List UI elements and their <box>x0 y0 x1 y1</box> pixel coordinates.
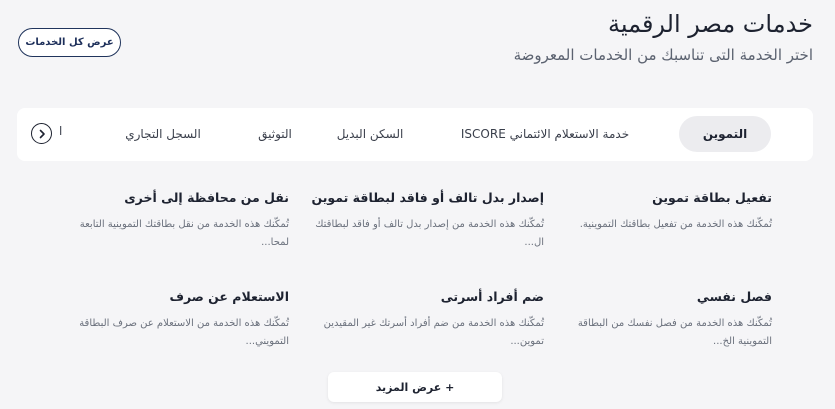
chevron-right-icon <box>39 129 45 138</box>
tab-iscore[interactable]: خدمة الاستعلام الائتماني ISCORE <box>455 116 635 152</box>
service-card-title[interactable]: فصل نفسي <box>542 289 772 304</box>
show-more-button[interactable]: + عرض المزيد <box>328 372 502 402</box>
service-card-title[interactable]: نقل من محافظة إلى أخرى <box>59 190 289 205</box>
tab-commercial-registry[interactable]: السجل التجاري <box>119 116 207 152</box>
service-card-replacement[interactable]: إصدار بدل تالف أو فاقد لبطاقة تموين تُمك… <box>311 190 544 252</box>
service-card-description: تُمكّنك هذه الخدمة من ضم أفراد أسرتك غير… <box>323 318 544 347</box>
service-card-activate[interactable]: تفعيل بطاقة تموين تُمكّنك هذه الخدمة من … <box>542 190 772 234</box>
page-subtitle: اختر الخدمة التى تناسبك من الخدمات المعر… <box>513 46 813 64</box>
service-card-title[interactable]: الاستعلام عن صرف <box>59 289 289 304</box>
tabs-scroll-left-button[interactable] <box>31 123 52 144</box>
tab-truncated[interactable]: ا <box>59 124 62 138</box>
service-card-transfer[interactable]: نقل من محافظة إلى أخرى تُمكّنك هذه الخدم… <box>59 190 289 252</box>
service-card-description: تُمكّنك هذه الخدمة من إصدار بدل تالف أو … <box>315 219 544 248</box>
page-header: خدمات مصر الرقمية اختر الخدمة التى تناسب… <box>0 0 835 100</box>
service-card-title[interactable]: إصدار بدل تالف أو فاقد لبطاقة تموين <box>311 190 544 205</box>
service-card-description: تُمكّنك هذه الخدمة من فصل نفسك من البطاق… <box>577 318 772 347</box>
service-card-description: تُمكّنك هذه الخدمة من الاستعلام عن صرف ا… <box>79 318 289 347</box>
services-tabs-bar: التموين خدمة الاستعلام الائتماني ISCORE … <box>17 108 813 161</box>
service-card-description: تُمكّنك هذه الخدمة من نقل بطاقتك التموين… <box>79 219 289 248</box>
service-card-add-family[interactable]: ضم أفراد أسرتى تُمكّنك هذه الخدمة من ضم … <box>314 289 544 351</box>
service-card-description: تُمكّنك هذه الخدمة من تفعيل بطاقتك التمو… <box>579 219 772 230</box>
view-all-services-button[interactable]: عرض كل الخدمات <box>18 28 121 57</box>
page-title: خدمات مصر الرقمية <box>607 10 813 38</box>
tab-alternative-housing[interactable]: السكن البديل <box>325 116 415 152</box>
tab-tamween[interactable]: التموين <box>679 116 771 152</box>
service-card-title[interactable]: ضم أفراد أسرتى <box>314 289 544 304</box>
service-card-separate[interactable]: فصل نفسي تُمكّنك هذه الخدمة من فصل نفسك … <box>542 289 772 351</box>
tab-notarization[interactable]: التوثيق <box>245 116 305 152</box>
service-card-inquiry[interactable]: الاستعلام عن صرف تُمكّنك هذه الخدمة من ا… <box>59 289 289 351</box>
service-card-title[interactable]: تفعيل بطاقة تموين <box>542 190 772 205</box>
